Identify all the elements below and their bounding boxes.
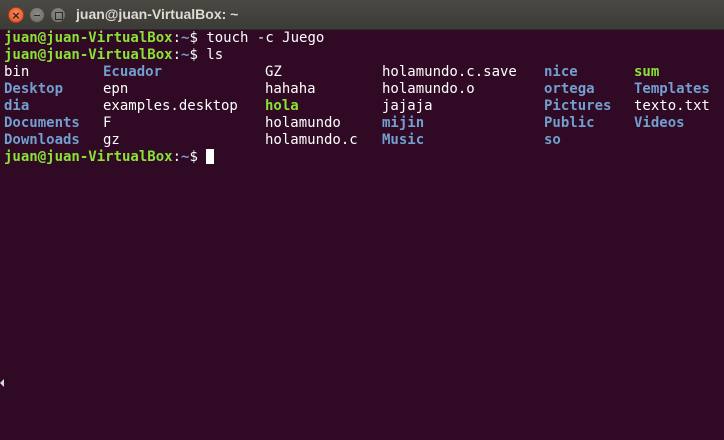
scroll-indicator-icon [0,379,4,387]
prompt-colon: : [172,30,182,46]
ls-row: dia examples.desktop hola jajaja Pictures tex… [4,98,724,115]
ls-entry-directory: mijin [382,115,425,131]
ls-entry-directory: Documents [4,115,80,131]
prompt-symbol: $ [189,30,207,46]
maximize-icon [55,12,63,20]
ls-entry-directory: ortega [544,81,595,97]
command-text: touch -c Juego [206,30,325,46]
prompt-colon: : [172,149,182,165]
close-button[interactable]: × [8,7,24,23]
ls-entry-directory: Public [544,115,595,131]
ls-entry-directory: Templates [634,81,710,97]
ls-entry-file: gz [103,132,120,148]
ls-entry-file: holamundo.c.save [382,64,517,80]
window-title: juan@juan-VirtualBox: ~ [76,6,239,22]
ls-output: bin Ecuador GZ holamundo.c.save nice sum Deskt… [4,64,724,149]
ls-entry-executable: hola [265,98,299,114]
prompt-symbol: $ [189,149,207,165]
ls-entry-directory: Ecuador [103,64,163,80]
prompt-user-host: juan@juan-VirtualBox [4,149,173,165]
text-cursor [206,149,215,164]
ls-row: Downloads gz holamundo.c Music so [4,132,724,149]
ls-entry-file: GZ [265,64,282,80]
close-icon: × [11,9,21,22]
ls-entry-file: examples.desktop [103,98,238,114]
ls-entry-file: bin [4,64,30,80]
ls-entry-directory: Pictures [544,98,612,114]
ls-entry-directory: Videos [634,115,685,131]
minimize-icon [34,15,40,16]
title-bar[interactable]: × juan@juan-VirtualBox: ~ [0,0,724,30]
ls-entry-directory: nice [544,64,578,80]
ls-entry-file: holamundo.o [382,81,475,97]
terminal-window: × juan@juan-VirtualBox: ~ juan@juan-Virt… [0,0,724,440]
prompt-colon: : [172,47,182,63]
ls-entry-file: jajaja [382,98,433,114]
maximize-button[interactable] [50,7,66,23]
ls-entry-file: holamundo.c [265,132,358,148]
ls-entry-directory: Downloads [4,132,80,148]
minimize-button[interactable] [29,7,45,23]
command-line-2: juan@juan-VirtualBox:~$ ls [4,47,724,64]
ls-entry-file: hahaha [265,81,316,97]
ls-entry-file: epn [103,81,129,97]
ls-entry-executable: sum [634,64,660,80]
terminal-output[interactable]: juan@juan-VirtualBox:~$ touch -c Juego j… [4,30,724,440]
prompt-user-host: juan@juan-VirtualBox [4,30,173,46]
ls-row: bin Ecuador GZ holamundo.c.save nice sum [4,64,724,81]
ls-entry-directory: so [544,132,561,148]
current-prompt-line[interactable]: juan@juan-VirtualBox:~$ [4,149,724,166]
ls-entry-file: F [103,115,112,131]
command-text: ls [206,47,224,63]
prompt-symbol: $ [189,47,207,63]
command-line-1: juan@juan-VirtualBox:~$ touch -c Juego [4,30,724,47]
ls-entry-file: texto.txt [634,98,710,114]
ls-entry-directory: Desktop [4,81,64,97]
prompt-user-host: juan@juan-VirtualBox [4,47,173,63]
ls-entry-directory: Music [382,132,425,148]
ls-entry-file: holamundo [265,115,341,131]
ls-entry-directory: dia [4,98,30,114]
ls-row: Documents Fholamundo mijin Public Videos [4,115,724,132]
ls-row: Desktop epn hahaha holamundo.o ortega Templat… [4,81,724,98]
